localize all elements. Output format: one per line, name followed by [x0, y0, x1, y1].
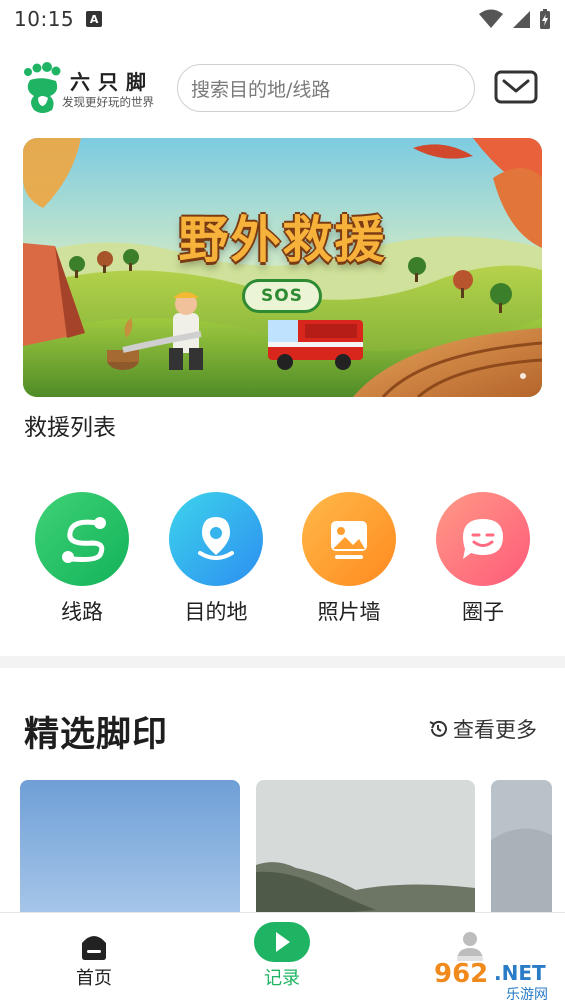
featured-card[interactable] — [491, 780, 552, 920]
promo-banner[interactable]: 野外救援 SOS — [23, 138, 542, 397]
card-photo — [256, 780, 475, 920]
featured-title: 精选脚印 — [24, 715, 169, 755]
brand-name: 六只脚 — [70, 70, 154, 94]
search-placeholder: 搜索目的地/线路 — [191, 78, 331, 101]
nav-label: 首页 — [76, 968, 112, 989]
chat-bubble-icon — [436, 492, 530, 586]
quick-item-label: 线路 — [61, 600, 103, 624]
sos-badge: SOS — [242, 279, 322, 313]
top-bar: 六只脚 发现更好玩的世界 搜索目的地/线路 — [0, 56, 565, 120]
home-icon — [82, 936, 106, 960]
quick-item-destination[interactable]: 目的地 — [161, 492, 271, 626]
message-button[interactable] — [494, 69, 538, 105]
card-photo — [20, 780, 240, 920]
mail-icon — [494, 70, 538, 104]
status-bar: 10:15 A — [0, 0, 565, 38]
banner-title: 野外救援 — [178, 211, 387, 269]
svg-text:962: 962 — [434, 959, 488, 989]
svg-text:.NET: .NET — [494, 961, 546, 985]
nav-record[interactable]: 记录 — [232, 913, 332, 1004]
record-icon — [254, 922, 310, 962]
battery-icon — [540, 9, 550, 29]
history-icon — [429, 720, 447, 737]
wifi-icon — [479, 9, 503, 28]
nav-label: 记录 — [264, 968, 300, 989]
quick-item-photo-wall[interactable]: 照片墙 — [294, 492, 404, 626]
footprint-logo-icon — [24, 62, 61, 113]
photo-icon — [302, 492, 396, 586]
quick-item-label: 圈子 — [462, 600, 504, 624]
watermark-logo: 962 .NET 乐游网 — [424, 952, 565, 1004]
nav-home[interactable]: 首页 — [44, 913, 144, 1004]
quick-item-label: 照片墙 — [317, 600, 381, 624]
location-pin-icon — [169, 492, 263, 586]
svg-text:乐游网: 乐游网 — [506, 987, 548, 1003]
notification-icon: A — [86, 11, 103, 27]
card-photo — [491, 780, 552, 920]
status-indicators — [479, 8, 551, 30]
featured-card[interactable] — [256, 780, 475, 920]
status-time: 10:15 — [14, 7, 75, 31]
quick-nav: 线路 目的地 照片墙 圈子 — [0, 492, 565, 632]
signal-icon — [513, 11, 530, 28]
quick-item-label: 目的地 — [184, 600, 248, 624]
quick-item-circle[interactable]: 圈子 — [428, 492, 538, 626]
banner-pagination — [520, 373, 526, 379]
quick-item-route[interactable]: 线路 — [27, 492, 137, 626]
route-icon — [35, 492, 129, 586]
view-more-button[interactable]: 查看更多 — [428, 714, 537, 744]
section-divider — [0, 656, 565, 668]
view-more-label: 查看更多 — [453, 718, 537, 742]
search-input[interactable]: 搜索目的地/线路 — [177, 64, 475, 112]
brand-slogan: 发现更好玩的世界 — [62, 95, 154, 109]
pagination-dot — [520, 373, 526, 379]
rescue-list-link[interactable]: 救援列表 — [24, 408, 116, 442]
featured-card[interactable] — [20, 780, 240, 920]
